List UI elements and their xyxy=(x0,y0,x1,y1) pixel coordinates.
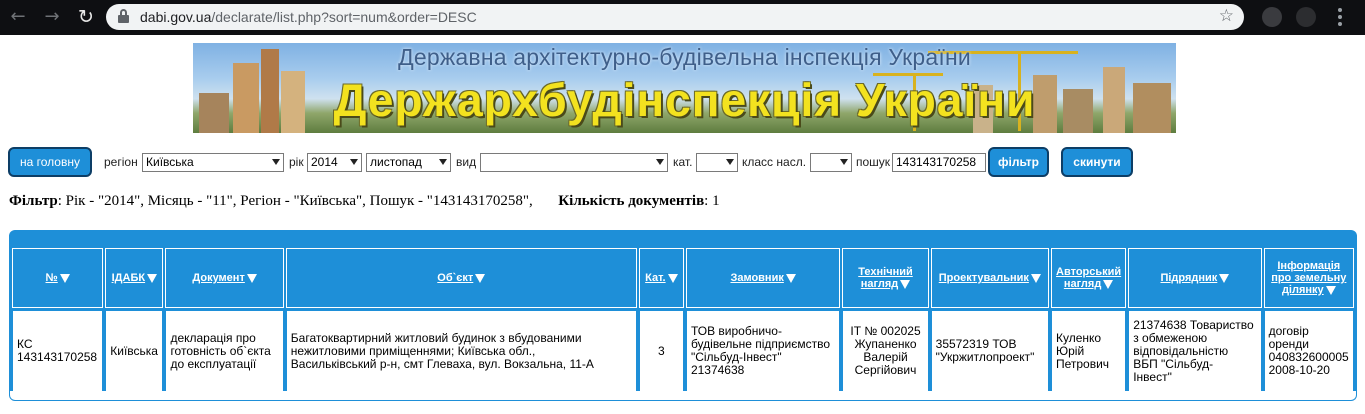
filter-summary-text: : Рік - "2014", Місяць - "11", Регіон - … xyxy=(57,193,533,209)
declarations-table: № ІДАБК Документ Об`єкт Кат. Замовник Те… xyxy=(9,245,1357,395)
column-header-document[interactable]: Документ xyxy=(165,248,284,308)
cell-document: декларація про готовність об`єкта до експл… xyxy=(165,310,284,392)
filter-summary: Фільтр: Рік - "2014", Місяць - "11", Рег… xyxy=(9,193,720,210)
filter-button[interactable]: фільтр xyxy=(988,147,1049,177)
back-arrow-icon[interactable]: ← xyxy=(8,7,28,27)
document-count-value: : 1 xyxy=(704,193,720,209)
banner-title: Держархбудінспекція України xyxy=(333,74,1036,126)
cell-num: КС 143143170258 xyxy=(12,310,104,392)
dropdown-arrow-icon xyxy=(840,159,848,165)
document-count-label: Кількість документів xyxy=(558,193,705,209)
sort-arrow-icon[interactable] xyxy=(475,273,486,283)
column-header-contractor[interactable]: Підрядник xyxy=(1128,248,1262,308)
dropdown-arrow-icon xyxy=(350,159,358,165)
column-header-cat[interactable]: Кат. xyxy=(638,248,684,308)
column-header-designer[interactable]: Проектувальник xyxy=(930,248,1049,308)
column-header-idabk[interactable]: ІДАБК xyxy=(105,248,164,308)
cell-land-info: договір оренди 040832600005 2008-10-20 xyxy=(1263,310,1354,392)
sort-arrow-icon[interactable] xyxy=(785,273,796,283)
sort-arrow-icon[interactable] xyxy=(59,273,70,283)
year-label: рік xyxy=(289,155,304,169)
column-header-author-supervision[interactable]: Авторський нагляд xyxy=(1050,248,1127,308)
region-select[interactable]: Київська xyxy=(142,153,284,172)
dropdown-arrow-icon xyxy=(439,159,447,165)
cell-author-supervision: Куленко Юрій Петрович xyxy=(1050,310,1127,392)
cell-object: Багатоквартирний житловий будинок з вбуд… xyxy=(285,310,637,392)
sort-arrow-icon[interactable] xyxy=(147,273,158,283)
lock-icon xyxy=(118,9,129,23)
column-header-object[interactable]: Об`єкт xyxy=(285,248,637,308)
forward-arrow-icon[interactable]: → xyxy=(42,7,62,27)
search-input[interactable]: 143143170258 xyxy=(892,153,986,172)
dropdown-arrow-icon xyxy=(272,159,280,165)
table-footer-bar xyxy=(9,391,1357,401)
sort-arrow-icon[interactable] xyxy=(1030,273,1041,283)
header-banner: Державна архітектурно-будівельна інспекц… xyxy=(193,43,1176,133)
month-select[interactable]: листопад xyxy=(366,153,451,172)
dropdown-arrow-icon xyxy=(726,159,734,165)
region-label: регіон xyxy=(104,155,138,169)
reload-icon[interactable]: ↻ xyxy=(76,7,96,27)
banner-subtitle: Державна архітектурно-будівельна інспекц… xyxy=(398,44,971,70)
browser-toolbar: ← → ↻ dabi.gov.ua/declarate/list.php?sor… xyxy=(0,0,1365,35)
type-select[interactable] xyxy=(480,153,668,172)
category-select[interactable] xyxy=(696,153,738,172)
table-header-row: № ІДАБК Документ Об`єкт Кат. Замовник Те… xyxy=(12,248,1354,308)
dropdown-arrow-icon xyxy=(656,159,664,165)
browser-menu-icon[interactable] xyxy=(1338,8,1342,26)
sort-arrow-icon[interactable] xyxy=(900,279,911,289)
extension-icon[interactable] xyxy=(1262,7,1282,27)
sort-arrow-icon[interactable] xyxy=(1325,285,1336,295)
class-select[interactable] xyxy=(810,153,852,172)
table-row: КС 143143170258 Київська декларація про го… xyxy=(12,310,1354,392)
reset-button[interactable]: скинути xyxy=(1061,147,1133,177)
column-header-num[interactable]: № xyxy=(12,248,104,308)
filter-summary-label: Фільтр xyxy=(9,193,58,209)
cell-contractor: 21374638 Товариство з обмеженою відповідал… xyxy=(1128,310,1262,392)
sort-arrow-icon[interactable] xyxy=(667,273,678,283)
cell-tech-supervision: ІТ № 002025 Жупаненко Валерій Сергійович xyxy=(842,310,929,392)
category-label: кат. xyxy=(673,155,693,169)
search-label: пошук xyxy=(856,155,891,169)
table-header-bar xyxy=(9,230,1357,246)
address-bar[interactable]: dabi.gov.ua/declarate/list.php?sort=num&… xyxy=(106,4,1244,30)
year-select[interactable]: 2014 xyxy=(307,153,362,172)
url-text: dabi.gov.ua/declarate/list.php?sort=num&… xyxy=(140,9,477,25)
profile-avatar-icon[interactable] xyxy=(1296,7,1316,27)
sort-arrow-icon[interactable] xyxy=(1103,279,1114,289)
cell-customer: ТОВ виробничо-будівельне підприємство "Сі… xyxy=(685,310,841,392)
column-header-land-info[interactable]: Інформація про земельну ділянку xyxy=(1263,248,1354,308)
home-button[interactable]: на головну xyxy=(8,147,92,177)
sort-arrow-icon[interactable] xyxy=(246,273,257,283)
class-label: класс насл. xyxy=(742,155,807,169)
column-header-tech-supervision[interactable]: Технічний нагляд xyxy=(842,248,929,308)
cell-idabk: Київська xyxy=(105,310,164,392)
cell-cat: 3 xyxy=(638,310,684,392)
bookmark-star-icon[interactable]: ☆ xyxy=(1219,6,1234,26)
type-label: вид xyxy=(456,155,477,169)
column-header-customer[interactable]: Замовник xyxy=(685,248,841,308)
cell-designer: 35572319 ТОВ "Укржитлопроект" xyxy=(930,310,1049,392)
sort-arrow-icon[interactable] xyxy=(1219,273,1230,283)
